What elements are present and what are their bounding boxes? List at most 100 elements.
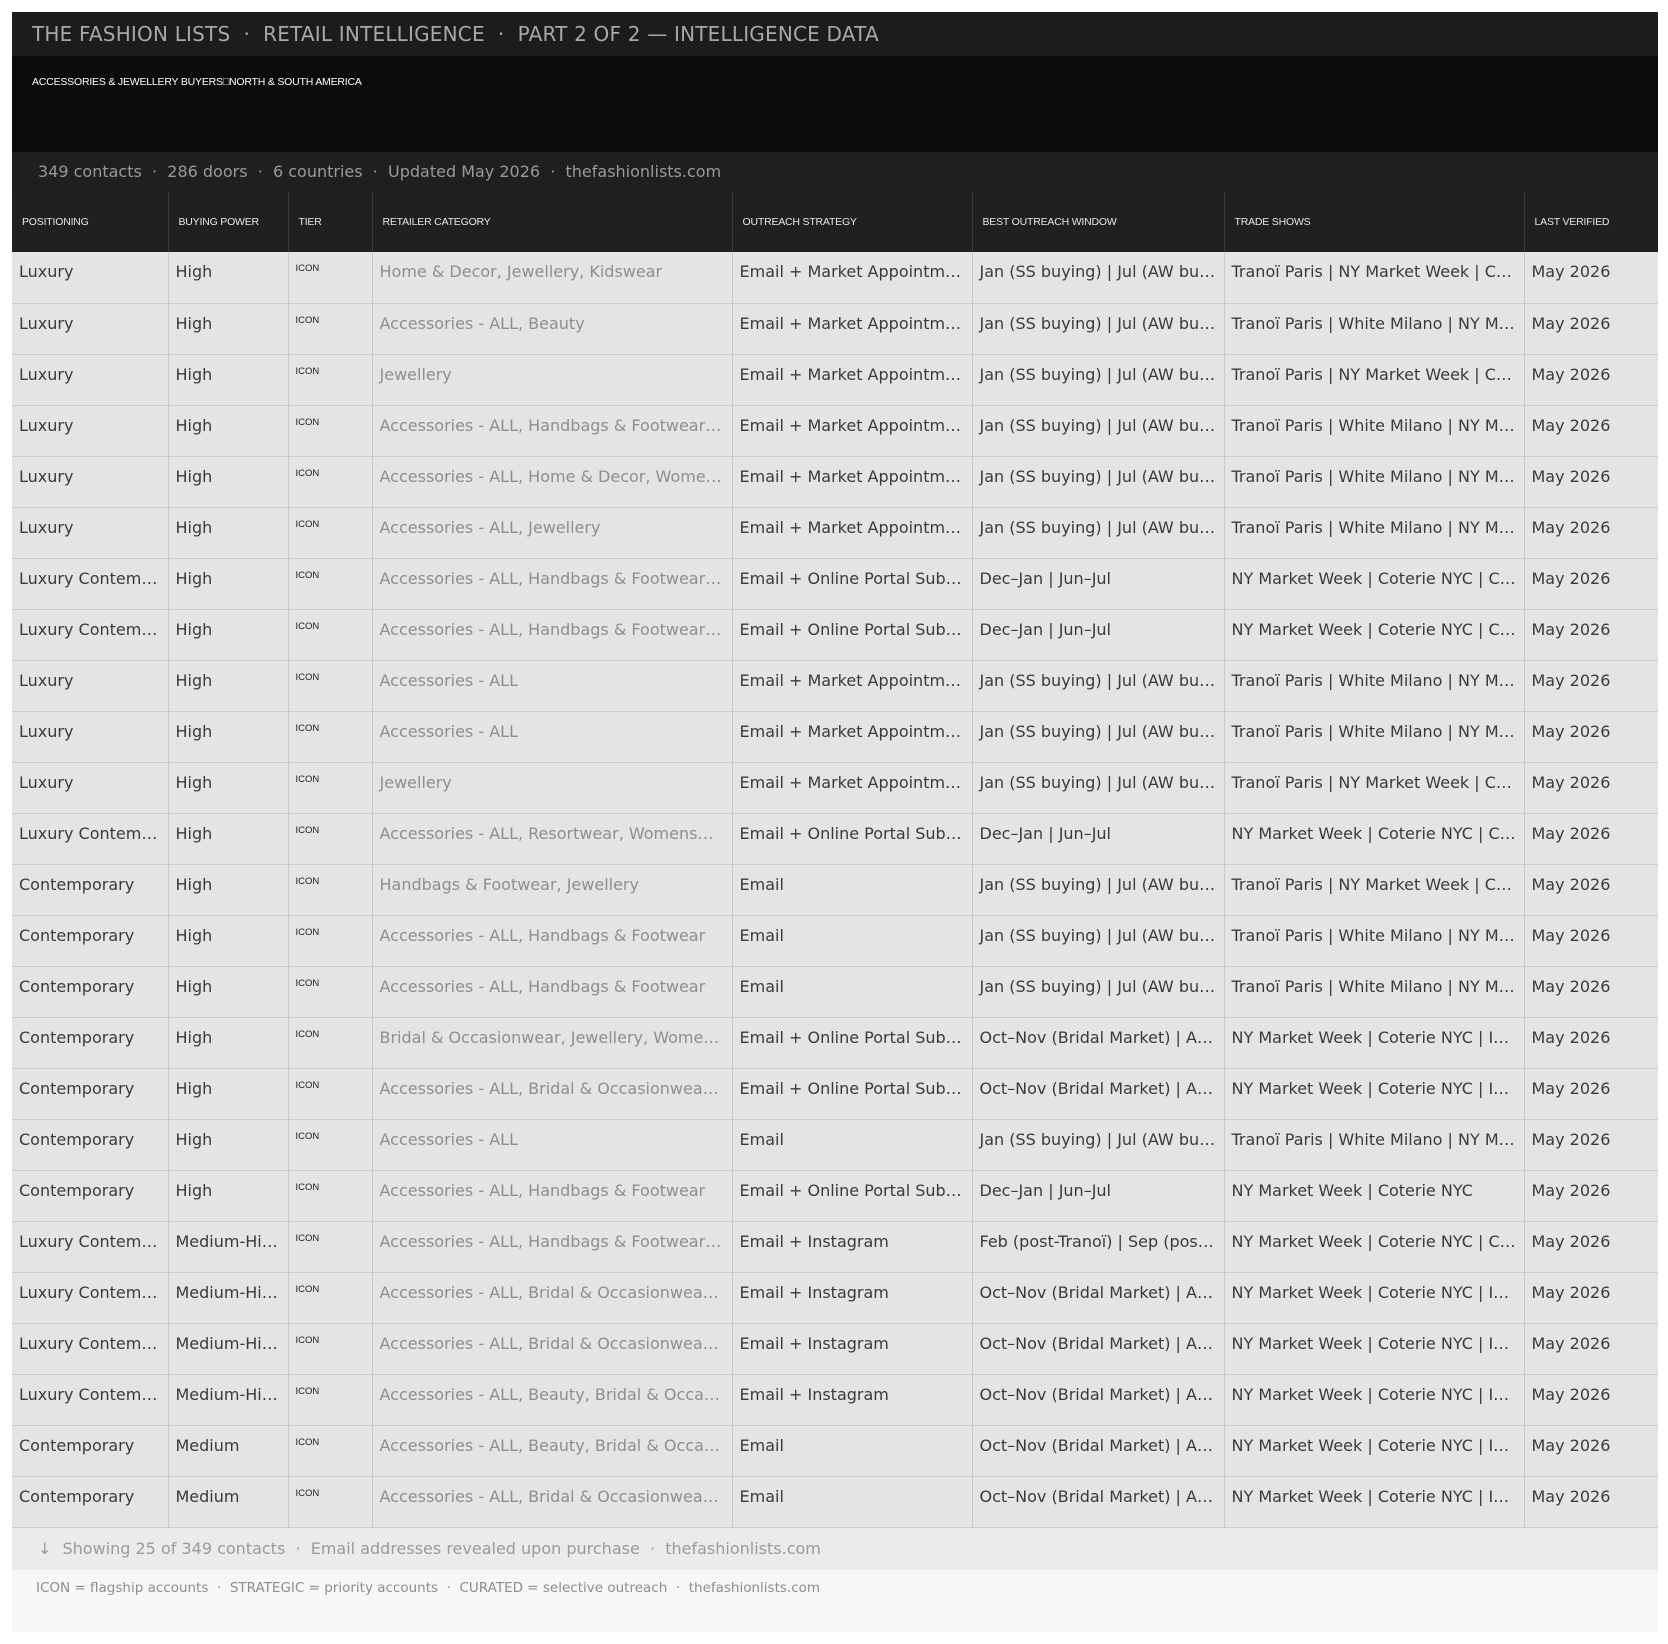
positioning-cell: Luxury Contemporary: [12, 813, 169, 865]
trade-shows-cell: Tranoï Paris | NY Market Week | Coterie …: [1224, 252, 1525, 304]
buying-power-cell: High: [168, 405, 289, 457]
table-body: Luxury High ICON Home & Decor, Jewellery, K…: [12, 252, 1658, 1528]
outreach-strategy-cell: Email + Online Portal Submission: [732, 558, 973, 610]
last-verified-cell: May 2026: [1524, 1017, 1658, 1069]
col-retailer-category-header: RETAILER CATEGORY: [372, 192, 733, 252]
last-verified-cell: May 2026: [1524, 1476, 1658, 1528]
table-row: Luxury High ICON Home & Decor, Jewellery, K…: [12, 252, 1658, 304]
last-verified-cell: May 2026: [1524, 1374, 1658, 1426]
tier-cell: ICON: [288, 813, 373, 865]
outreach-window-cell: Jan (SS buying) | Jul (AW buying): [972, 1119, 1225, 1171]
last-verified-cell: May 2026: [1524, 915, 1658, 967]
outreach-window-cell: Dec–Jan | Jun–Jul: [972, 558, 1225, 610]
outreach-strategy-cell: Email: [732, 1119, 973, 1171]
outreach-strategy-cell: Email + Online Portal Submission: [732, 1068, 973, 1120]
last-verified-cell: May 2026: [1524, 354, 1658, 406]
trade-shows-cell: NY Market Week | Coterie NYC | Capsule: [1224, 1221, 1525, 1273]
outreach-strategy-cell: Email + Market Appointment: [732, 354, 973, 406]
positioning-cell: Luxury: [12, 660, 169, 712]
buying-power-cell: High: [168, 660, 289, 712]
tier-cell: ICON: [288, 354, 373, 406]
outreach-window-cell: Jan (SS buying) | Jul (AW buying): [972, 864, 1225, 916]
last-verified-cell: May 2026: [1524, 303, 1658, 355]
last-verified-cell: May 2026: [1524, 1323, 1658, 1375]
retailer-category-cell: Accessories - ALL, Handbags & Footwear: [372, 1170, 733, 1222]
trade-shows-cell: NY Market Week | Coterie NYC | Capsule: [1224, 558, 1525, 610]
outreach-window-cell: Oct–Nov (Bridal Market) | Apr–May: [972, 1374, 1225, 1426]
outreach-window-cell: Jan (SS buying) | Jul (AW buying): [972, 507, 1225, 559]
preview-footer: ↓ Showing 25 of 349 contacts · Email add…: [12, 1527, 1658, 1570]
last-verified-cell: May 2026: [1524, 1425, 1658, 1477]
buying-power-cell: High: [168, 1017, 289, 1069]
outreach-window-cell: Jan (SS buying) | Jul (AW buying): [972, 711, 1225, 763]
table-row: Luxury ContemporaryHighICONAccessories -…: [12, 609, 1658, 661]
positioning-cell: Luxury: [12, 354, 169, 406]
trade-shows-cell: NY Market Week | Coterie NYC | Intermezz…: [1224, 1476, 1525, 1528]
tier-cell: ICON: [288, 1425, 373, 1477]
positioning-cell: Luxury: [12, 303, 169, 355]
buying-power-cell: Medium-High: [168, 1374, 289, 1426]
table-row: Luxury High ICON Accessories - ALL Email + M…: [12, 660, 1658, 712]
trade-shows-cell: NY Market Week | Coterie NYC | Intermezz…: [1224, 1425, 1525, 1477]
trade-shows-cell: NY Market Week | Coterie NYC | Intermezz…: [1224, 1272, 1525, 1324]
tier-cell: ICON: [288, 762, 373, 814]
last-verified-cell: May 2026: [1524, 558, 1658, 610]
buying-power-cell: High: [168, 813, 289, 865]
buying-power-cell: Medium-High: [168, 1272, 289, 1324]
outreach-window-cell: Jan (SS buying) | Jul (AW buying): [972, 303, 1225, 355]
outreach-strategy-cell: Email + Instagram: [732, 1272, 973, 1324]
trade-shows-cell: NY Market Week | Coterie NYC | Intermezz…: [1224, 1323, 1525, 1375]
tier-cell: ICON: [288, 405, 373, 457]
outreach-strategy-cell: Email + Market Appointment: [732, 762, 973, 814]
retailer-category-cell: Accessories - ALL: [372, 711, 733, 763]
table-row: Luxury High ICON Accessories - ALL, Jewelle…: [12, 507, 1658, 559]
outreach-window-cell: Dec–Jan | Jun–Jul: [972, 813, 1225, 865]
trade-shows-cell: Tranoï Paris | White Milano | NY Market …: [1224, 456, 1525, 508]
col-last-verified-header: LAST VERIFIED: [1524, 192, 1658, 252]
trade-shows-cell: Tranoï Paris | NY Market Week | Coterie …: [1224, 354, 1525, 406]
retailer-category-cell: Jewellery: [372, 762, 733, 814]
outreach-window-cell: Jan (SS buying) | Jul (AW buying): [972, 252, 1225, 304]
buying-power-cell: High: [168, 966, 289, 1018]
buying-power-cell: High: [168, 1068, 289, 1120]
positioning-cell: Contemporary: [12, 1170, 169, 1222]
buying-power-cell: High: [168, 507, 289, 559]
last-verified-cell: May 2026: [1524, 1119, 1658, 1171]
buying-power-cell: High: [168, 354, 289, 406]
trade-shows-cell: Tranoï Paris | White Milano | NY Market …: [1224, 660, 1525, 712]
outreach-strategy-cell: Email: [732, 915, 973, 967]
outreach-window-cell: Oct–Nov (Bridal Market) | Apr–May: [972, 1476, 1225, 1528]
outreach-strategy-cell: Email + Online Portal Submission: [732, 1017, 973, 1069]
col-best-outreach-window-header: BEST OUTREACH WINDOW: [972, 192, 1225, 252]
outreach-window-cell: Jan (SS buying) | Jul (AW buying): [972, 354, 1225, 406]
outreach-strategy-cell: Email + Market Appointment: [732, 405, 973, 457]
table-row: Contemporary High ICON Bridal & Occasionwea…: [12, 1017, 1658, 1069]
tier-cell: ICON: [288, 660, 373, 712]
outreach-strategy-cell: Email + Market Appointment: [732, 507, 973, 559]
retailer-category-cell: Jewellery: [372, 354, 733, 406]
table-header-row: POSITIONING BUYING POWER TIER RETAILER CATE…: [12, 192, 1658, 252]
table-row: Contemporary High ICON Accessories - ALL Ema…: [12, 1119, 1658, 1171]
retailer-category-cell: Accessories - ALL: [372, 660, 733, 712]
report-title: THE FASHION LISTS · RETAIL INTELLIGENCE …: [32, 22, 879, 46]
table-row: Luxury ContemporaryMedium-HighICONAccess…: [12, 1272, 1658, 1324]
tier-cell: ICON: [288, 252, 373, 304]
last-verified-cell: May 2026: [1524, 405, 1658, 457]
retailer-category-cell: Accessories - ALL, Bridal & Occasionwear…: [372, 1476, 733, 1528]
positioning-cell: Contemporary: [12, 1119, 169, 1171]
outreach-window-cell: Feb (post-Tranoï) | Sep (post-Tranoï): [972, 1221, 1225, 1273]
outreach-strategy-cell: Email + Online Portal Submission: [732, 609, 973, 661]
outreach-window-cell: Jan (SS buying) | Jul (AW buying): [972, 966, 1225, 1018]
positioning-cell: Luxury: [12, 711, 169, 763]
hero-banner: ACCESSORIES & JEWELLERY BUYERS□NORTH & S…: [12, 56, 1658, 152]
positioning-cell: Luxury: [12, 762, 169, 814]
last-verified-cell: May 2026: [1524, 456, 1658, 508]
retailer-category-cell: Accessories - ALL, Bridal & Occasionwear…: [372, 1068, 733, 1120]
buying-power-cell: High: [168, 252, 289, 304]
outreach-window-cell: Jan (SS buying) | Jul (AW buying): [972, 660, 1225, 712]
trade-shows-cell: NY Market Week | Coterie NYC | Intermezz…: [1224, 1017, 1525, 1069]
last-verified-cell: May 2026: [1524, 609, 1658, 661]
outreach-window-cell: Dec–Jan | Jun–Jul: [972, 609, 1225, 661]
table-row: Contemporary High ICON Accessories - ALL, H…: [12, 915, 1658, 967]
retailer-category-cell: Home & Decor, Jewellery, Kidswear: [372, 252, 733, 304]
